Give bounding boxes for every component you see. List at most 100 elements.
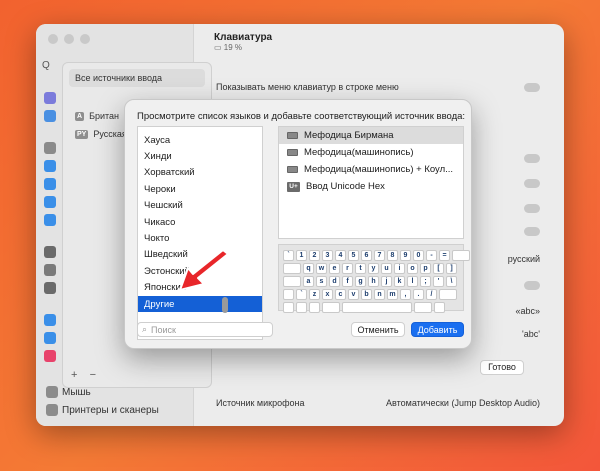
done-button[interactable]: Готово [480, 360, 524, 375]
key: i [394, 263, 405, 274]
sidebar-item-printers[interactable]: Принтеры и сканеры [46, 404, 159, 416]
key: ' [433, 276, 444, 287]
key: 3 [322, 250, 333, 261]
key-command-right [414, 302, 432, 313]
language-value[interactable]: русский [508, 254, 540, 264]
sidebar-icon[interactable] [44, 332, 56, 344]
source-option[interactable]: Мефодица(машинопись) + Коул... [279, 161, 463, 178]
keyboard-row: q w e r t y u i o p [ ] [283, 263, 459, 274]
source-option[interactable]: Мефодица Бирмана [279, 127, 463, 144]
key: 0 [413, 250, 424, 261]
language-list-scrollbar[interactable] [222, 297, 228, 313]
language-item[interactable]: Хауса [138, 132, 262, 148]
show-keyboard-menu-row: Показывать меню клавиатур в строке меню [216, 82, 540, 92]
source-option-label: Ввод Unicode Hex [306, 181, 385, 192]
sidebar-icon[interactable] [44, 314, 56, 326]
key: k [394, 276, 405, 287]
minimize-window-button[interactable] [64, 34, 74, 44]
sidebar-icon[interactable] [44, 92, 56, 104]
language-list[interactable]: Хауса Хинди Хорватский Чероки Чешский Чи… [137, 126, 263, 340]
key: 5 [348, 250, 359, 261]
key: y [368, 263, 379, 274]
key: . [413, 289, 424, 300]
key: w [316, 263, 327, 274]
sidebar-icon[interactable] [44, 350, 56, 362]
sidebar-icon[interactable] [44, 110, 56, 122]
sidebar-icon[interactable] [44, 196, 56, 208]
keyboard-icon [287, 149, 298, 156]
sidebar-icon[interactable] [44, 246, 56, 258]
language-item[interactable]: Чероки [138, 181, 262, 197]
source-option-label: Мефодица(машинопись) [304, 147, 414, 158]
source-option[interactable]: Мефодица(машинопись) [279, 144, 463, 161]
key-command [322, 302, 340, 313]
sidebar-icon[interactable] [44, 282, 56, 294]
key-option-right [434, 302, 445, 313]
input-source-options-list[interactable]: Мефодица Бирмана Мефодица(машинопись) Ме… [278, 126, 464, 239]
battery-status: ▭ 19 % [214, 43, 243, 52]
close-window-button[interactable] [48, 34, 58, 44]
remove-source-button[interactable]: − [90, 369, 96, 381]
key: 8 [387, 250, 398, 261]
source-option[interactable]: U+ Ввод Unicode Hex [279, 178, 463, 195]
cancel-button[interactable]: Отменить [351, 322, 405, 337]
sidebar-item-label: Принтеры и сканеры [62, 404, 159, 416]
sidebar-icon[interactable] [44, 160, 56, 172]
key: j [381, 276, 392, 287]
source-option-label: Мефодица Бирмана [304, 130, 394, 141]
key-tab [283, 263, 301, 274]
language-item-selected[interactable]: Другие [138, 295, 262, 313]
dialog-prompt: Просмотрите список языков и добавьте соо… [137, 111, 466, 122]
sidebar-icon[interactable] [44, 142, 56, 154]
key: 7 [374, 250, 385, 261]
settings-toggle[interactable] [524, 179, 540, 188]
key: ` [296, 289, 307, 300]
settings-toggle[interactable] [524, 154, 540, 163]
double-quotes-value[interactable]: «abc» [515, 306, 540, 316]
key-shift [283, 289, 294, 300]
settings-toggle[interactable] [524, 227, 540, 236]
mouse-icon [46, 386, 58, 398]
show-menu-toggle[interactable] [524, 82, 540, 92]
key: ; [420, 276, 431, 287]
keyboard-row [283, 302, 459, 313]
language-item[interactable]: Хорватский [138, 165, 262, 181]
sidebar-icon[interactable] [44, 214, 56, 226]
key: c [335, 289, 346, 300]
single-quotes-value[interactable]: 'abc' [522, 329, 540, 339]
key: e [329, 263, 340, 274]
add-source-button[interactable]: + [71, 369, 77, 381]
zoom-window-button[interactable] [80, 34, 90, 44]
language-search-field[interactable]: ⌕ Поиск [137, 322, 273, 337]
language-item[interactable]: Чешский [138, 198, 262, 214]
key: f [342, 276, 353, 287]
key-caps [283, 276, 301, 287]
key: g [355, 276, 366, 287]
battery-percent: 19 % [223, 43, 243, 52]
key: - [426, 250, 437, 261]
add-button[interactable]: Добавить [411, 322, 464, 337]
sidebar-icon[interactable] [44, 178, 56, 190]
search-icon: ⌕ [142, 324, 148, 334]
search-placeholder: Поиск [151, 324, 176, 335]
unicode-icon: U+ [287, 181, 300, 192]
key: 1 [296, 250, 307, 261]
language-item[interactable]: Чокто [138, 230, 262, 246]
key: u [381, 263, 392, 274]
key: r [342, 263, 353, 274]
all-input-sources-item[interactable]: Все источники ввода [69, 69, 205, 87]
sidebar-icon[interactable] [44, 264, 56, 276]
key: = [439, 250, 450, 261]
mic-source-select[interactable]: Автоматически (Jump Desktop Audio) [386, 398, 540, 408]
key: q [303, 263, 314, 274]
language-item[interactable]: Чикасо [138, 214, 262, 230]
window-controls [48, 34, 90, 44]
key-control [296, 302, 307, 313]
microphone-source-row: Источник микрофона Автоматически (Jump D… [216, 398, 540, 408]
settings-toggle[interactable] [524, 281, 540, 290]
keyboard-icon [287, 132, 298, 139]
key: b [361, 289, 372, 300]
language-item[interactable]: Хинди [138, 148, 262, 164]
printer-icon [46, 404, 58, 416]
settings-toggle[interactable] [524, 204, 540, 213]
